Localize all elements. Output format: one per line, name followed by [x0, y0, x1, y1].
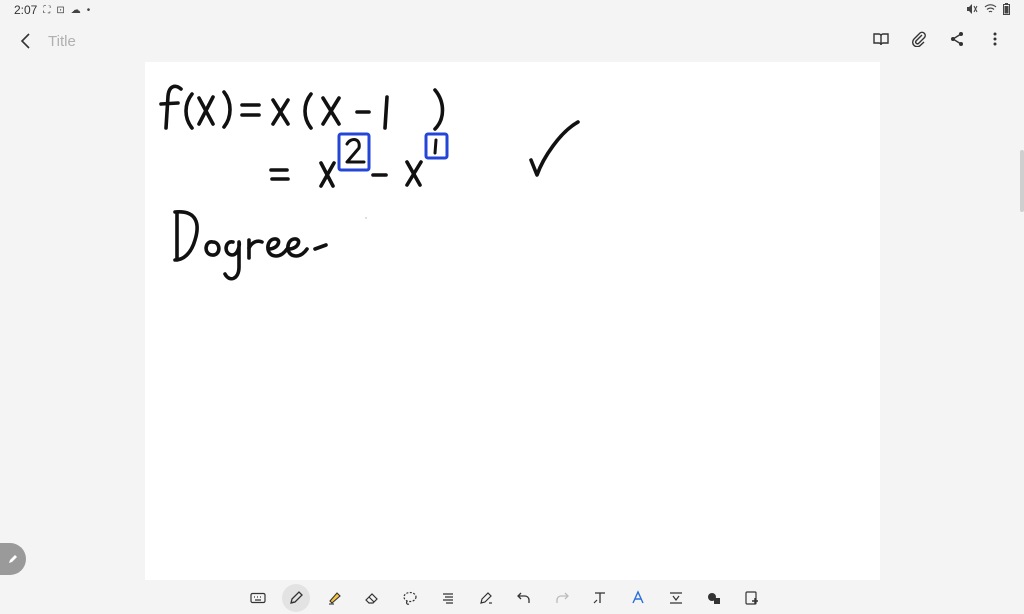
- eraser-button[interactable]: [358, 584, 386, 612]
- pen-settings-button[interactable]: [472, 584, 500, 612]
- eraser-icon: [365, 593, 378, 604]
- app-bar: Title: [0, 20, 1024, 62]
- pen-settings-icon: [480, 592, 492, 604]
- insert-button[interactable]: [738, 584, 766, 612]
- book-icon: [873, 33, 889, 46]
- paperclip-icon: [911, 31, 926, 47]
- reading-mode-button[interactable]: [870, 28, 892, 50]
- spacing-button[interactable]: [662, 584, 690, 612]
- screen-record-icon: ⊡: [56, 4, 65, 16]
- status-left: 2:07 ⛶ ⊡ ☁ •: [14, 3, 90, 17]
- dot-icon: •: [86, 4, 91, 16]
- wifi-icon: [984, 3, 997, 17]
- battery-icon: [1003, 2, 1010, 18]
- shapes-button[interactable]: [700, 584, 728, 612]
- handwriting-ink: [159, 84, 580, 281]
- lasso-icon: [403, 591, 417, 605]
- undo-icon: [517, 592, 530, 603]
- insert-icon: [745, 591, 758, 605]
- status-right: [966, 2, 1010, 18]
- pen-icon: [290, 591, 303, 604]
- more-vertical-icon: [993, 32, 997, 46]
- handwriting-icon: [632, 590, 644, 604]
- handwriting-button[interactable]: [624, 584, 652, 612]
- pen-tool-button[interactable]: [282, 584, 310, 612]
- text-align-icon: [443, 593, 453, 604]
- status-bar: 2:07 ⛶ ⊡ ☁ •: [0, 0, 1024, 20]
- redo-button[interactable]: [548, 584, 576, 612]
- shapes-icon: [708, 593, 720, 604]
- app-actions: [870, 28, 1006, 50]
- text-mode-button[interactable]: [586, 584, 614, 612]
- floating-pen-button[interactable]: [0, 543, 26, 575]
- clock: 2:07: [14, 3, 38, 17]
- back-button[interactable]: [12, 27, 40, 55]
- share-icon: [951, 32, 963, 46]
- redo-icon: [556, 592, 569, 603]
- keyboard-button[interactable]: [244, 584, 272, 612]
- undo-button[interactable]: [510, 584, 538, 612]
- highlighter-button[interactable]: [320, 584, 348, 612]
- keyboard-icon: [250, 592, 266, 604]
- spacing-icon: [670, 592, 682, 604]
- cloud-icon: ☁: [70, 4, 81, 16]
- bottom-toolbar: [244, 584, 766, 612]
- screen-capture-icon: ⛶: [43, 4, 51, 16]
- highlighter-icon: [329, 592, 341, 605]
- pen-icon: [9, 555, 17, 563]
- more-options-button[interactable]: [984, 28, 1006, 50]
- mute-icon: [966, 3, 978, 18]
- title-input[interactable]: Title: [48, 33, 248, 50]
- chevron-left-icon: [20, 33, 30, 49]
- text-align-button[interactable]: [434, 584, 462, 612]
- share-button[interactable]: [946, 28, 968, 50]
- lasso-button[interactable]: [396, 584, 424, 612]
- note-canvas[interactable]: f(x) = x (x - 1) = x2 - x1 Degree -: [145, 62, 880, 580]
- text-mode-icon: [593, 592, 605, 604]
- attach-button[interactable]: [908, 28, 930, 50]
- scroll-handle[interactable]: [1020, 150, 1024, 212]
